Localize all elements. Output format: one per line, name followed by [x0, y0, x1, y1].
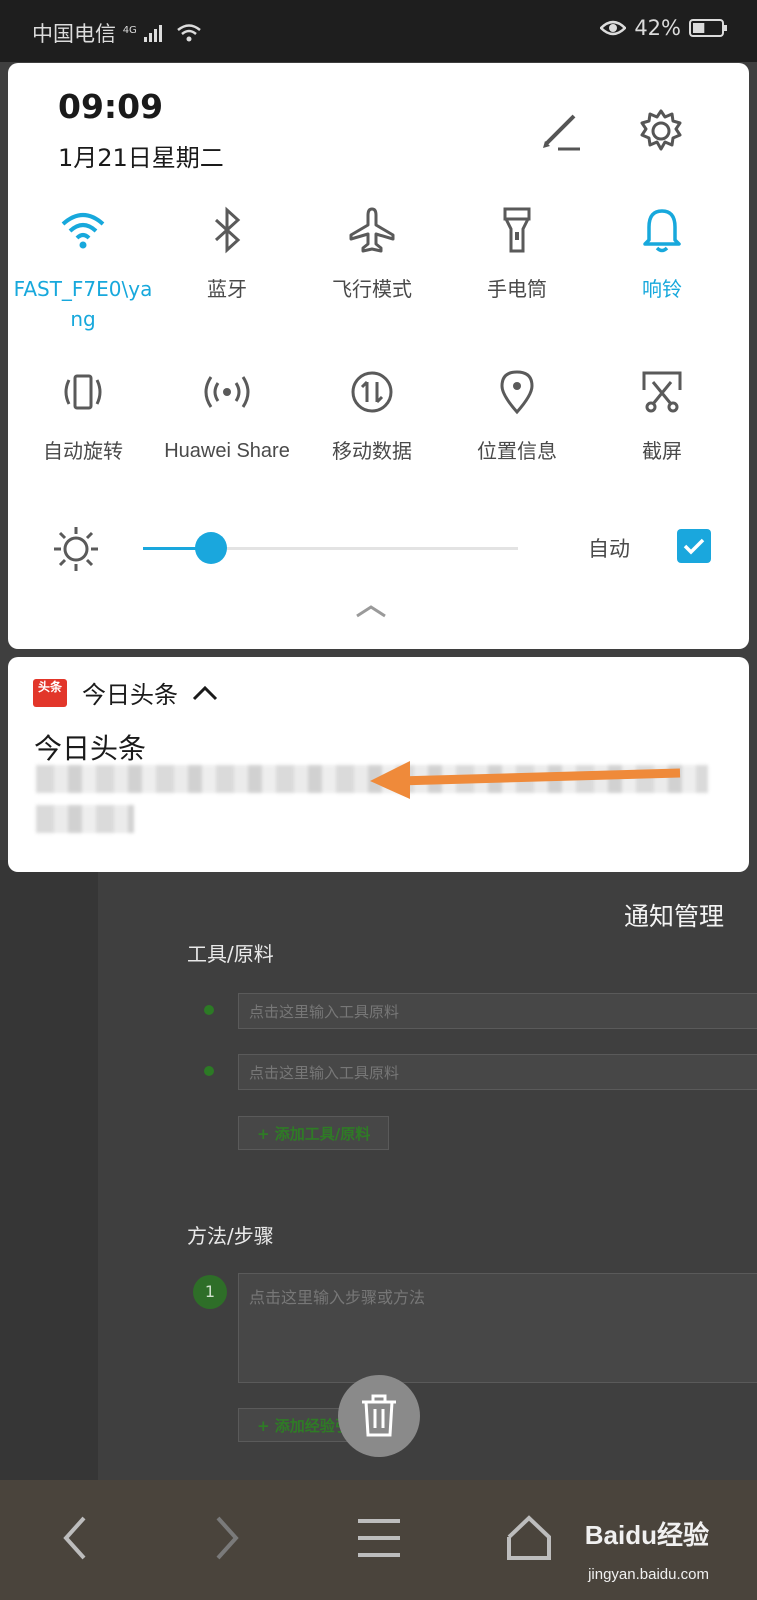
step-number-badge: 1 — [193, 1275, 227, 1309]
edit-icon[interactable] — [538, 108, 584, 154]
background-sidebar — [0, 860, 98, 1490]
clear-all-button[interactable] — [338, 1375, 420, 1457]
brightness-slider-thumb[interactable] — [194, 532, 227, 564]
tile-auto-rotate-label: 自动旋转 — [43, 439, 123, 463]
blurred-content — [36, 805, 134, 833]
wifi-icon — [61, 213, 105, 249]
tile-flashlight-label: 手电筒 — [487, 277, 547, 301]
tile-airplane[interactable]: 飞行模式 — [298, 200, 446, 304]
tile-location[interactable]: 位置信息 — [443, 362, 591, 466]
tile-flashlight[interactable]: 手电筒 — [443, 200, 591, 304]
tools-heading: 工具/原料 — [187, 942, 274, 966]
steps-heading: 方法/步骤 — [187, 1224, 274, 1248]
chevron-up-icon[interactable] — [192, 684, 218, 702]
back-icon[interactable] — [60, 1515, 90, 1561]
notification-title: 今日头条 — [34, 732, 147, 765]
airplane-icon — [349, 207, 395, 253]
settings-gear-icon[interactable] — [638, 108, 684, 154]
checkmark-icon — [683, 538, 705, 555]
forward-icon[interactable] — [212, 1515, 242, 1561]
trash-icon — [362, 1394, 396, 1437]
flashlight-icon — [503, 207, 531, 253]
tile-auto-rotate[interactable]: 自动旋转 — [9, 362, 157, 466]
baidu-watermark: Baidu经验 — [584, 1520, 709, 1550]
bluetooth-icon — [214, 206, 241, 254]
notification-manage-button[interactable]: 通知管理 — [624, 897, 724, 933]
swipe-left-arrow — [370, 761, 681, 799]
bell-icon — [643, 209, 681, 253]
tile-screenshot[interactable]: 截屏 — [588, 362, 736, 466]
carrier-name: 中国电信 4G — [32, 18, 202, 48]
tile-huawei-share-label: Huawei Share — [164, 440, 290, 462]
brightness-slider[interactable] — [143, 532, 518, 564]
tile-location-label: 位置信息 — [477, 439, 557, 463]
tool-input-1[interactable]: 点击这里输入工具原料 — [238, 993, 757, 1029]
tile-ring-label: 响铃 — [642, 277, 682, 301]
signal-icon — [143, 25, 162, 42]
bullet-dot — [204, 1066, 214, 1076]
tile-wifi-label: FAST_F7E0\yang — [13, 277, 153, 331]
wifi-status-icon — [177, 24, 201, 42]
tile-wifi[interactable]: FAST_F7E0\yang — [9, 200, 157, 334]
baidu-watermark-url: jingyan.baidu.com — [588, 1566, 709, 1583]
battery-percent: 42% — [634, 16, 681, 40]
network-type: 4G — [122, 25, 137, 36]
add-tool-button[interactable]: + 添加工具/原料 — [238, 1116, 390, 1150]
tile-mobile-data-label: 移动数据 — [332, 439, 412, 463]
tile-mobile-data[interactable]: 移动数据 — [298, 362, 446, 466]
tile-huawei-share[interactable]: Huawei Share — [153, 362, 301, 466]
tile-bluetooth[interactable]: 蓝牙 — [153, 200, 301, 304]
auto-brightness-label: 自动 — [588, 537, 630, 561]
auto-rotate-icon — [64, 374, 102, 410]
notification-app-name: 今日头条 — [82, 675, 218, 710]
step-textarea[interactable]: 点击这里输入步骤或方法 — [238, 1273, 757, 1383]
huawei-share-icon — [204, 376, 250, 408]
clock-date: 1月21日星期二 — [58, 144, 224, 172]
tool-input-2[interactable]: 点击这里输入工具原料 — [238, 1054, 757, 1090]
tile-airplane-label: 飞行模式 — [332, 277, 412, 301]
tile-screenshot-label: 截屏 — [642, 439, 682, 463]
tile-bluetooth-label: 蓝牙 — [207, 277, 247, 301]
eye-comfort-icon — [600, 20, 627, 36]
auto-brightness-checkbox[interactable] — [677, 529, 711, 563]
status-right-group: 42% — [600, 16, 729, 40]
tile-ring[interactable]: 响铃 — [588, 200, 736, 304]
battery-icon — [689, 19, 727, 37]
toutiao-app-icon: 头条 — [33, 679, 67, 707]
bullet-dot — [204, 1005, 214, 1015]
screenshot-icon — [642, 371, 682, 413]
home-icon[interactable] — [506, 1515, 552, 1561]
collapse-chevron-icon[interactable] — [354, 603, 388, 619]
brightness-row: 自动 — [48, 523, 711, 573]
location-icon — [500, 370, 534, 415]
clock-time: 09:09 — [58, 87, 164, 126]
mobile-data-icon — [351, 371, 393, 413]
status-bar: 中国电信 4G 42% — [0, 0, 757, 62]
menu-icon[interactable] — [358, 1515, 400, 1561]
quick-settings-panel: 09:09 1月21日星期二 FAST_F7E0\yang 蓝牙 飞行模式 手电… — [8, 63, 749, 649]
brightness-icon — [54, 527, 98, 571]
